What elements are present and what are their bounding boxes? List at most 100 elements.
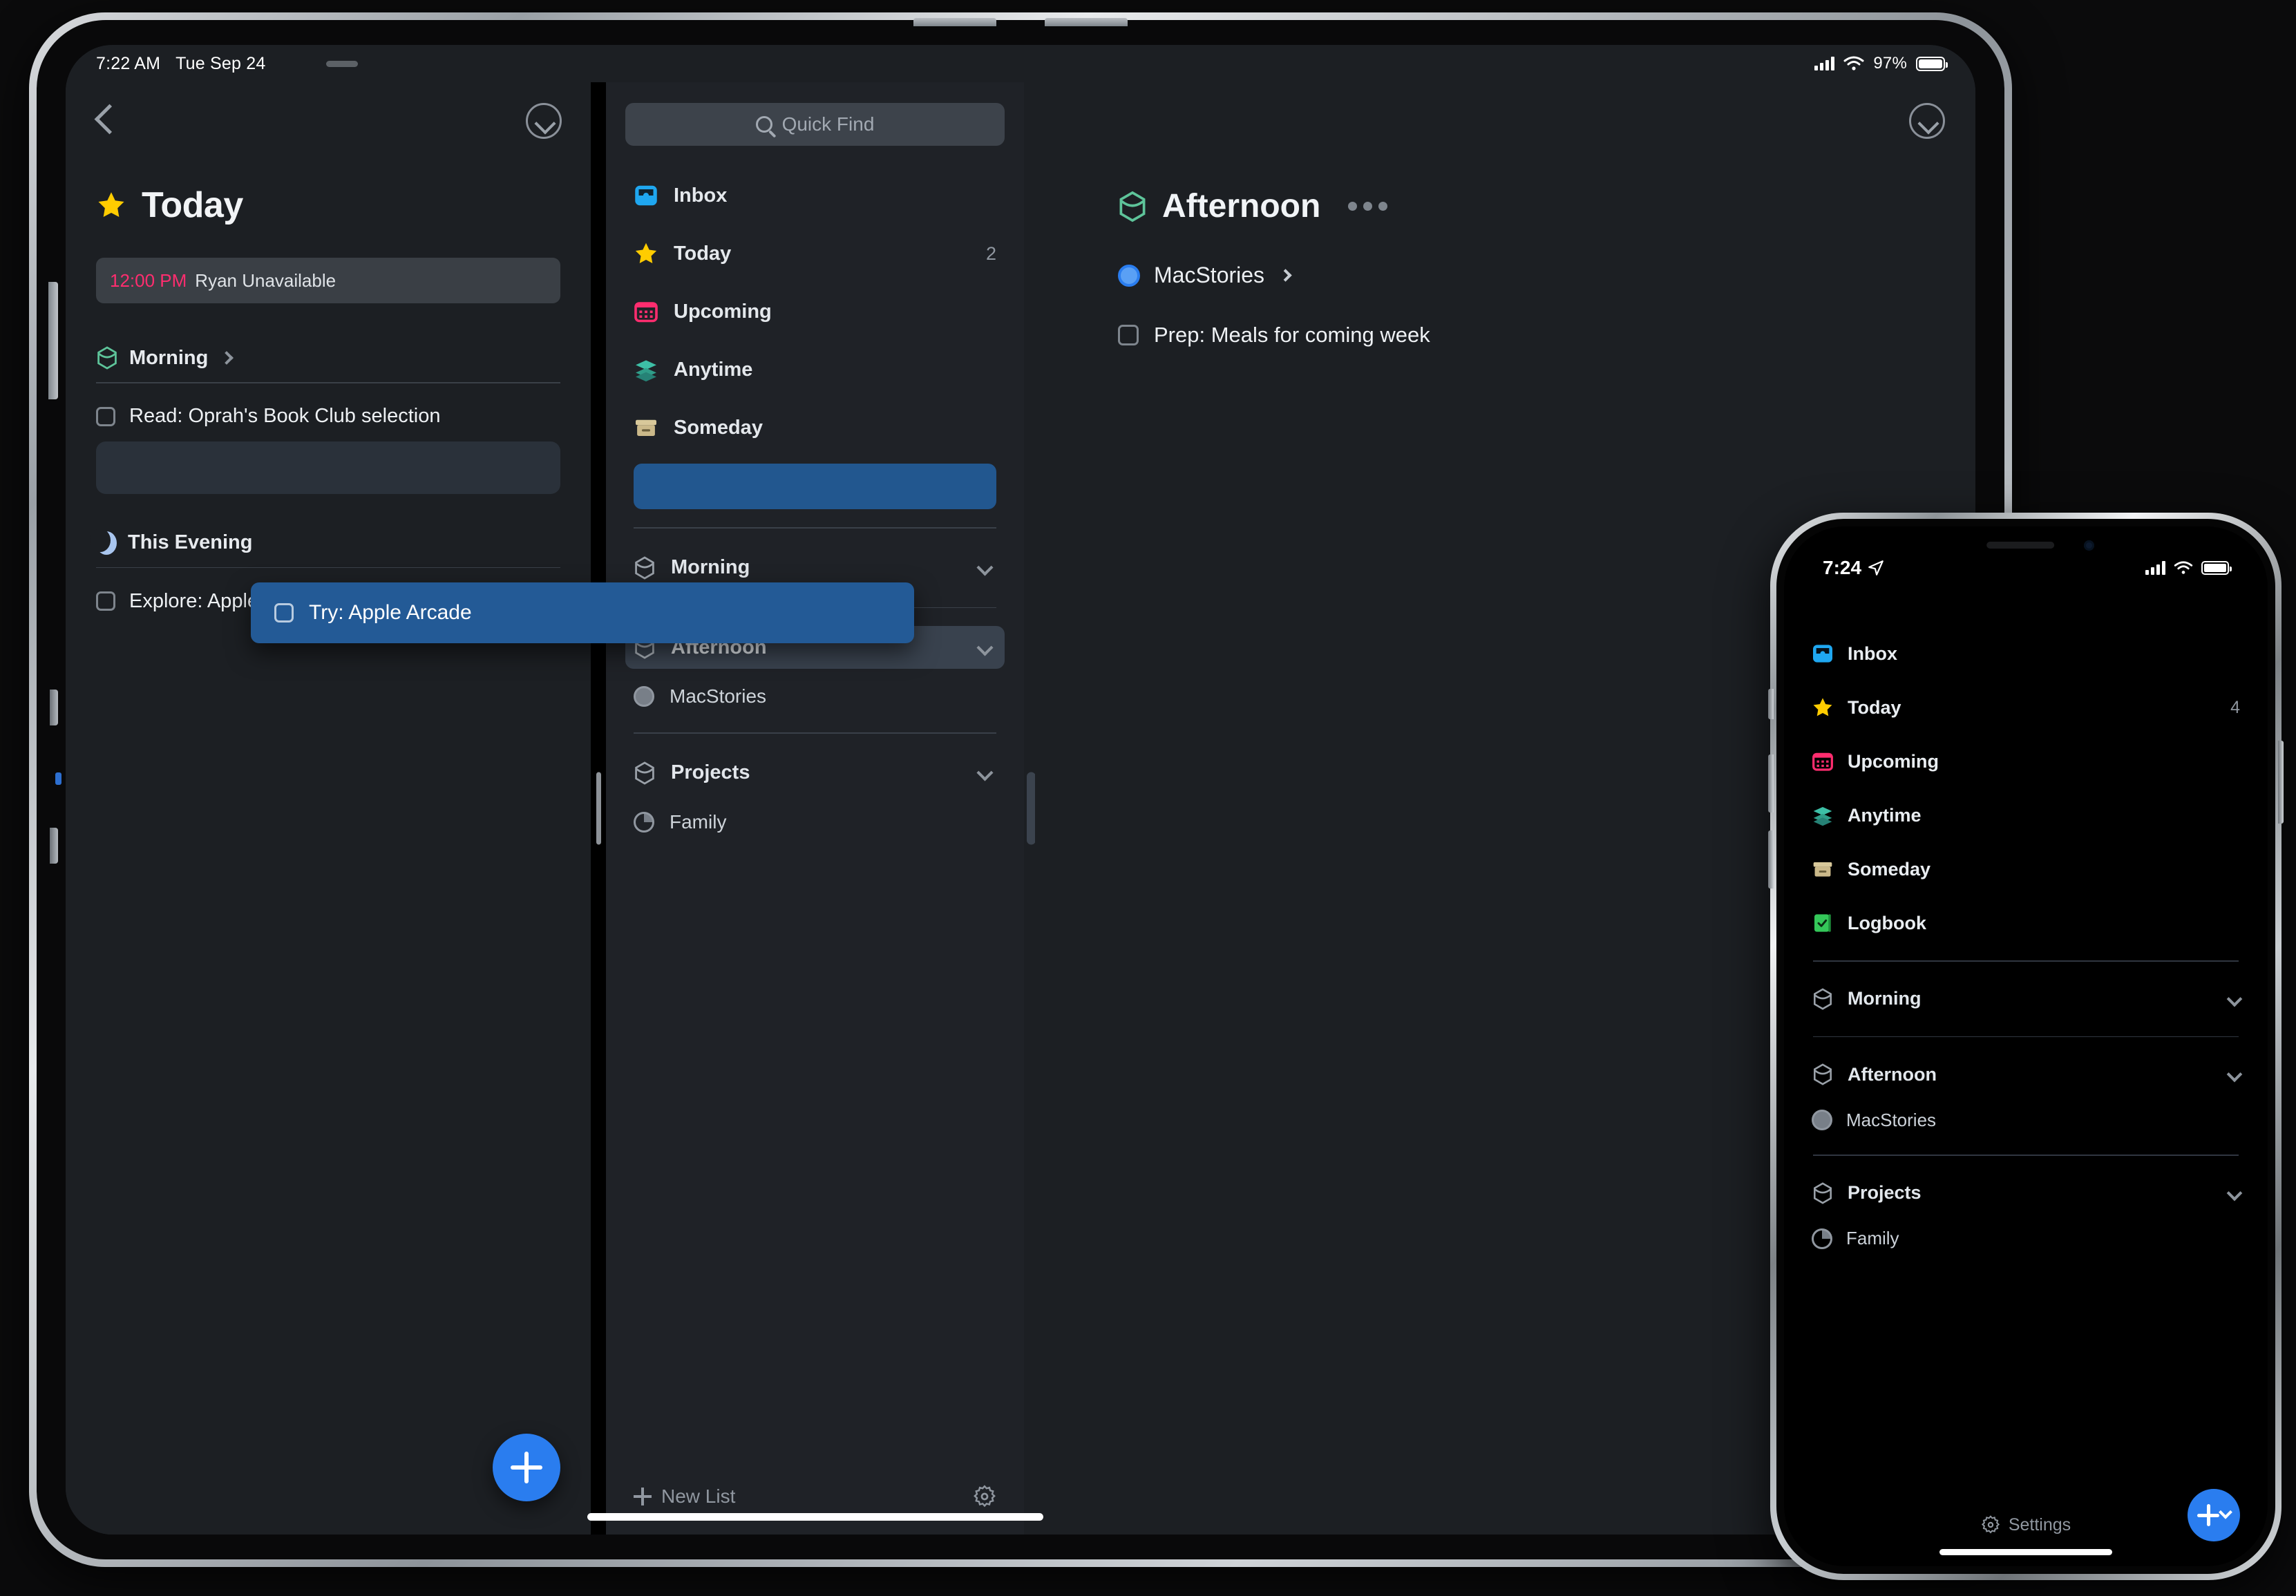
iphone-screen: 7:24 Inbox Today 4 Upcoming Anytime Some… (1784, 526, 2268, 1566)
sidebar-item-inbox[interactable]: Inbox (1812, 634, 2240, 673)
new-list-button[interactable]: New List (634, 1485, 735, 1508)
settings-button[interactable]: Settings (1981, 1515, 2071, 1535)
sidebar-label: Inbox (1848, 643, 1897, 664)
dragged-todo-card[interactable]: Try: Apple Arcade (251, 582, 914, 643)
ipad-bezel: 7:22 AM Tue Sep 24 97% Today 12:00 PM Ry… (37, 20, 2004, 1559)
todo-checkbox[interactable] (96, 406, 115, 426)
sidebar-count: 2 (985, 243, 996, 264)
settings-label: Settings (2008, 1514, 2071, 1535)
sidebar-label: Anytime (674, 358, 753, 381)
calendar-event[interactable]: 12:00 PM Ryan Unavailable (96, 258, 560, 303)
sidebar-item-anytime[interactable]: Anytime (1812, 796, 2240, 835)
gear-icon[interactable] (973, 1485, 996, 1508)
chevron-down-icon[interactable] (2226, 1066, 2243, 1083)
detail-project-link[interactable]: MacStories (1118, 263, 1975, 288)
screenshot-stage: 7:22 AM Tue Sep 24 97% Today 12:00 PM Ry… (0, 0, 2296, 1596)
sidebar-item-today[interactable]: Today 4 (1812, 688, 2240, 727)
sidebar-count: 4 (2230, 697, 2240, 717)
todo-text: Prep: Meals for coming week (1154, 323, 1430, 347)
ellipsis-icon[interactable] (1348, 202, 1388, 211)
chevron-down-circle-icon[interactable] (1909, 103, 1945, 139)
sidebar-item-upcoming[interactable]: Upcoming (1812, 742, 2240, 781)
ipad-side-indicator (55, 772, 61, 785)
group-label: Projects (1848, 1182, 1922, 1203)
chevron-down-icon[interactable] (976, 559, 994, 576)
chevron-down-circle-icon[interactable] (526, 103, 562, 139)
divider-grip[interactable] (596, 772, 601, 845)
iphone-power-button[interactable] (2278, 741, 2284, 824)
search-placeholder: Quick Find (781, 113, 875, 135)
star-icon (635, 243, 657, 263)
sidebar-item-inbox[interactable]: Inbox (625, 175, 1005, 216)
iphone-volume-down-button[interactable] (1768, 830, 1774, 889)
chevron-left-icon[interactable] (95, 102, 118, 140)
iphone-volume-up-button[interactable] (1768, 754, 1774, 813)
sidebar-project-family[interactable]: Family (1812, 1222, 2240, 1255)
project-circle-icon (634, 686, 654, 707)
section-header-this-evening[interactable]: This Evening (90, 528, 560, 555)
chevron-down-icon[interactable] (2226, 991, 2243, 1007)
chevron-down-icon (2219, 1505, 2232, 1519)
iphone-bezel: 7:24 Inbox Today 4 Upcoming Anytime Some… (1776, 519, 2275, 1574)
sidebar-item-today[interactable]: Today 2 (625, 233, 1005, 274)
page-title: Today (96, 184, 566, 226)
sidebar-item-logbook[interactable]: Logbook (1812, 904, 2240, 942)
sidebar-group-afternoon[interactable]: Afternoon (1812, 1055, 2243, 1094)
sidebar-project-macstories[interactable]: MacStories (1812, 1103, 2240, 1137)
iphone-mute-switch[interactable] (1768, 689, 1774, 719)
archive-icon (1813, 862, 1832, 877)
inbox-icon (1813, 645, 1832, 663)
sidebar-item-someday[interactable]: Someday (1812, 850, 2240, 889)
project-pie-icon (634, 811, 654, 833)
sidebar-project-macstories[interactable]: MacStories (625, 678, 1005, 714)
panel-divider-left[interactable] (591, 82, 606, 1535)
ipad-power-button[interactable] (48, 282, 58, 399)
todo-item[interactable]: Read: Oprah's Book Club selection (96, 401, 560, 432)
home-indicator[interactable] (1939, 1549, 2112, 1555)
search-input[interactable]: Quick Find (625, 103, 1005, 146)
sidebar-item-anytime[interactable]: Anytime (625, 349, 1005, 390)
chevron-down-icon[interactable] (976, 638, 994, 656)
iphone-device: 7:24 Inbox Today 4 Upcoming Anytime Some… (1768, 513, 2284, 1580)
ipad-side-button-b[interactable] (50, 828, 58, 864)
sidebar-item-upcoming[interactable]: Upcoming (625, 291, 1005, 332)
sidebar-panel: Quick Find Inbox Today 2 Upcoming Anytim… (587, 82, 1043, 1535)
event-name: Ryan Unavailable (195, 269, 336, 291)
ipad-volume-down-button[interactable] (1045, 18, 1128, 26)
new-todo-button[interactable] (2188, 1489, 2240, 1541)
detail-nav-row (1035, 82, 1975, 160)
todo-item[interactable]: Prep: Meals for coming week (1118, 323, 1975, 348)
chevron-down-icon[interactable] (2226, 1185, 2243, 1201)
section-header-morning[interactable]: Morning (96, 346, 560, 370)
sidebar-label: Today (674, 242, 732, 265)
todo-checkbox[interactable] (1118, 325, 1139, 345)
sidebar-group-projects[interactable]: Projects (625, 752, 1005, 795)
ipad-side-button-a[interactable] (50, 690, 58, 725)
todo-checkbox[interactable] (96, 591, 115, 611)
panel-divider-right[interactable] (1024, 82, 1036, 1535)
sidebar-list: Inbox Today 2 Upcoming Anytime Someday M… (606, 146, 1024, 1459)
cellular-signal-icon (2145, 561, 2165, 575)
today-panel: Today 12:00 PM Ryan Unavailable Morning … (66, 82, 591, 1535)
star-icon (98, 192, 124, 218)
todo-checkbox[interactable] (274, 603, 294, 623)
new-list-label: New List (661, 1485, 736, 1507)
home-indicator[interactable] (587, 1513, 1043, 1521)
sidebar-group-projects[interactable]: Projects (1812, 1174, 2243, 1213)
front-camera (2084, 540, 2094, 551)
earpiece-speaker (1986, 542, 2055, 549)
new-todo-button[interactable] (493, 1434, 560, 1501)
sidebar-drop-target[interactable] (634, 464, 996, 509)
search-icon (755, 116, 772, 133)
sidebar-divider (1813, 1036, 2239, 1037)
sidebar-item-someday[interactable]: Someday (625, 407, 1005, 448)
chevron-down-icon[interactable] (976, 764, 994, 781)
sidebar-project-family[interactable]: Family (625, 804, 1005, 840)
project-label: MacStories (1846, 1109, 1937, 1130)
heading-hexagon-icon (1814, 1063, 1832, 1085)
dragged-todo-text: Try: Apple Arcade (309, 601, 472, 624)
cellular-signal-icon (1814, 57, 1835, 70)
sidebar-group-morning[interactable]: Morning (1812, 980, 2243, 1018)
multitask-handle[interactable] (326, 60, 359, 67)
ipad-volume-up-button[interactable] (913, 18, 996, 26)
